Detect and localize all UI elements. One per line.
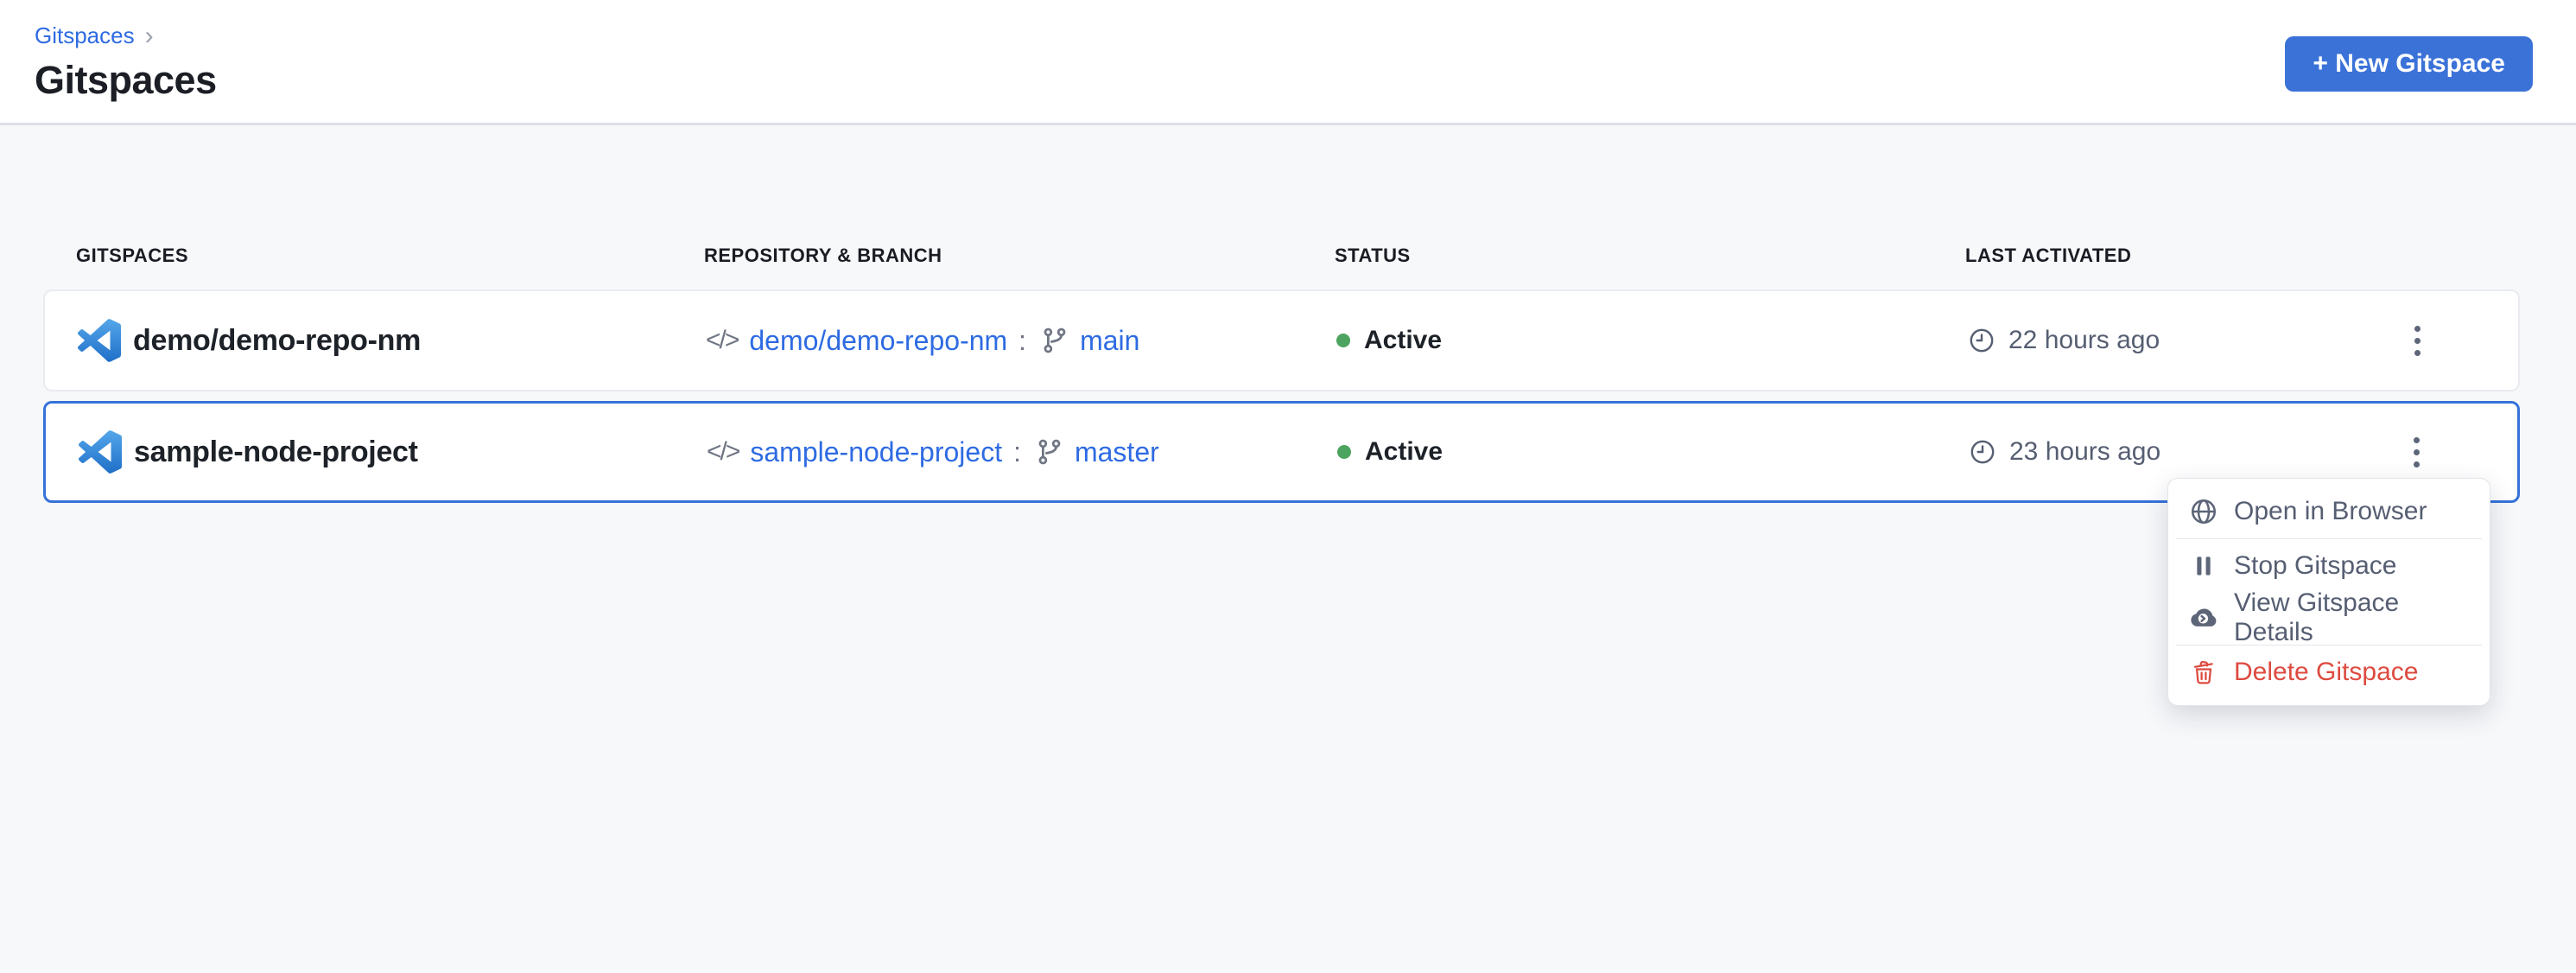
repository-link[interactable]: sample-node-project bbox=[750, 436, 1002, 468]
gitspace-row-demo[interactable]: demo/demo-repo-nm </> demo/demo-repo-nm … bbox=[43, 289, 2520, 391]
menu-item-label: Delete Gitspace bbox=[2234, 658, 2418, 687]
status-label: Active bbox=[1365, 437, 1443, 467]
column-header-last-activated: LAST ACTIVATED bbox=[1965, 245, 2318, 267]
breadcrumb: Gitspaces › bbox=[35, 22, 2576, 49]
page-header: Gitspaces › Gitspaces + New Gitspace bbox=[0, 0, 2576, 125]
pause-icon bbox=[2189, 551, 2218, 581]
menu-item-label: Stop Gitspace bbox=[2234, 551, 2396, 581]
column-header-repository-branch: REPOSITORY & BRANCH bbox=[704, 245, 1335, 267]
globe-icon bbox=[2189, 497, 2218, 526]
menu-divider bbox=[2176, 538, 2482, 539]
branch-link[interactable]: master bbox=[1075, 436, 1159, 468]
trash-icon bbox=[2189, 658, 2218, 687]
cloud-icon bbox=[2189, 603, 2218, 633]
kebab-icon bbox=[2414, 437, 2420, 443]
menu-item-view-gitspace-details[interactable]: View Gitspace Details bbox=[2168, 592, 2490, 644]
vscode-icon bbox=[78, 319, 121, 362]
gitspace-row-sample-node-project[interactable]: sample-node-project </> sample-node-proj… bbox=[43, 401, 2520, 503]
menu-item-label: View Gitspace Details bbox=[2234, 588, 2469, 647]
table-header-row: GITSPACES REPOSITORY & BRANCH STATUS LAS… bbox=[43, 245, 2520, 267]
page-title: Gitspaces bbox=[35, 58, 2576, 103]
new-gitspace-button[interactable]: + New Gitspace bbox=[2285, 36, 2533, 92]
status-dot bbox=[1336, 334, 1350, 347]
repo-branch-separator: : bbox=[1013, 436, 1021, 468]
menu-item-stop-gitspace[interactable]: Stop Gitspace bbox=[2168, 540, 2490, 592]
repository-link[interactable]: demo/demo-repo-nm bbox=[749, 325, 1007, 357]
column-header-status: STATUS bbox=[1335, 245, 1965, 267]
row-menu-button[interactable] bbox=[2392, 428, 2440, 476]
content: GITSPACES REPOSITORY & BRANCH STATUS LAS… bbox=[0, 125, 2576, 503]
menu-item-label: Open in Browser bbox=[2234, 497, 2427, 526]
last-activated: 23 hours ago bbox=[2009, 437, 2160, 467]
gitspace-list: demo/demo-repo-nm </> demo/demo-repo-nm … bbox=[43, 289, 2520, 503]
repo-branch-separator: : bbox=[1018, 325, 1026, 357]
code-icon: </> bbox=[707, 437, 739, 467]
menu-item-open-in-browser[interactable]: Open in Browser bbox=[2168, 486, 2490, 537]
column-header-gitspaces: GITSPACES bbox=[76, 245, 704, 267]
git-branch-icon bbox=[1036, 438, 1063, 466]
row-context-menu: Open in Browser Stop Gitspace View Gitsp… bbox=[2167, 478, 2490, 706]
gitspaces-page: Gitspaces › Gitspaces + New Gitspace GIT… bbox=[0, 0, 2576, 973]
git-branch-icon bbox=[1041, 327, 1069, 354]
clock-icon bbox=[1967, 326, 1996, 355]
kebab-icon bbox=[2414, 326, 2421, 332]
gitspace-name: demo/demo-repo-nm bbox=[133, 324, 421, 358]
branch-link[interactable]: main bbox=[1080, 325, 1139, 357]
breadcrumb-link-gitspaces[interactable]: Gitspaces bbox=[35, 22, 135, 49]
row-menu-button[interactable] bbox=[2393, 316, 2441, 365]
status-label: Active bbox=[1364, 326, 1442, 355]
clock-icon bbox=[1968, 437, 1997, 467]
vscode-icon bbox=[79, 430, 122, 474]
gitspace-name: sample-node-project bbox=[134, 436, 418, 469]
menu-item-delete-gitspace[interactable]: Delete Gitspace bbox=[2168, 646, 2490, 698]
breadcrumb-chevron-icon: › bbox=[145, 25, 154, 48]
code-icon: </> bbox=[706, 326, 738, 355]
status-dot bbox=[1337, 445, 1351, 459]
last-activated: 22 hours ago bbox=[2008, 326, 2160, 355]
